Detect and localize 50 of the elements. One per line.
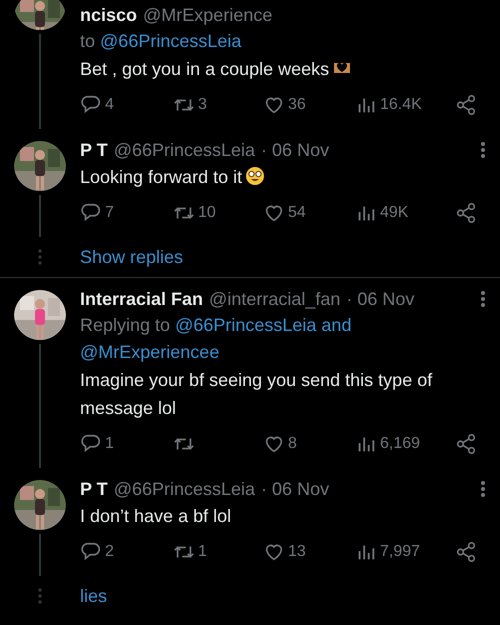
like-button[interactable]: 13 — [263, 541, 355, 563]
post-text: Looking forward to it — [80, 167, 242, 187]
repost-button[interactable]: 3 — [173, 94, 263, 116]
user-name[interactable]: P T — [80, 140, 108, 160]
more-icon[interactable] — [480, 480, 486, 498]
reply-icon — [80, 94, 102, 116]
like-button[interactable]: 54 — [263, 202, 355, 224]
reply-button[interactable]: 4 — [80, 94, 173, 116]
show-replies-link[interactable]: lies — [80, 586, 108, 606]
post-date: · 06 Nov — [261, 140, 330, 160]
post-date: · 06 Nov — [346, 288, 414, 310]
views-button[interactable]: 6,169 — [355, 433, 455, 455]
share-icon[interactable] — [455, 541, 477, 563]
user-name[interactable]: P T — [80, 478, 108, 500]
user-handle[interactable]: @interracial_fan — [209, 288, 340, 310]
share-icon[interactable] — [455, 94, 477, 116]
mention-link[interactable]: @66PrincessLeia and — [175, 315, 352, 335]
replying-to-text: Replying to @66PrincessLeia and @MrExperiencee — [80, 314, 352, 364]
views-button[interactable]: 49K — [355, 202, 455, 224]
post-date: · 06 Nov — [261, 478, 330, 500]
post-text: Bet , got you in a couple weeks — [80, 59, 330, 79]
thread-dots-icon — [38, 249, 42, 265]
thread-dots-icon — [38, 588, 42, 604]
user-handle[interactable]: @66PrincessLeia — [114, 478, 256, 500]
share-icon[interactable] — [455, 433, 477, 455]
reply-icon — [80, 541, 102, 563]
user-name[interactable]: ncisco — [80, 4, 138, 26]
more-icon[interactable] — [480, 141, 486, 159]
like-button[interactable]: 36 — [263, 94, 355, 116]
reply-button[interactable]: 7 — [80, 202, 173, 224]
user-name[interactable]: Interracial Fan — [80, 288, 204, 310]
reply-icon — [80, 202, 102, 224]
user-handle[interactable]: @MrExperience — [143, 4, 272, 26]
reply-button[interactable]: 1 — [80, 433, 173, 455]
views-button[interactable]: 16.4K — [355, 94, 455, 116]
mention-link[interactable]: @66PrincessLeia — [100, 31, 242, 51]
share-icon[interactable] — [455, 202, 477, 224]
more-icon[interactable] — [480, 290, 486, 308]
reply-button[interactable]: 2 — [80, 541, 173, 563]
reply-icon — [80, 433, 102, 455]
post-text: Imagine your bf seeing you send this type of message lol — [80, 370, 432, 418]
replying-to-text: to @66PrincessLeia — [80, 30, 242, 53]
views-button[interactable]: 7,997 — [355, 541, 455, 563]
repost-button[interactable]: 10 — [173, 202, 263, 224]
mention-link[interactable]: @MrExperiencee — [80, 342, 220, 362]
repost-button[interactable]: 1 — [173, 541, 263, 563]
like-button[interactable]: 8 — [263, 433, 355, 455]
user-handle[interactable]: @66PrincessLeia — [114, 140, 256, 160]
post-text: I don’t have a bf lol — [80, 506, 232, 526]
show-replies-link[interactable]: Show replies — [80, 246, 184, 268]
